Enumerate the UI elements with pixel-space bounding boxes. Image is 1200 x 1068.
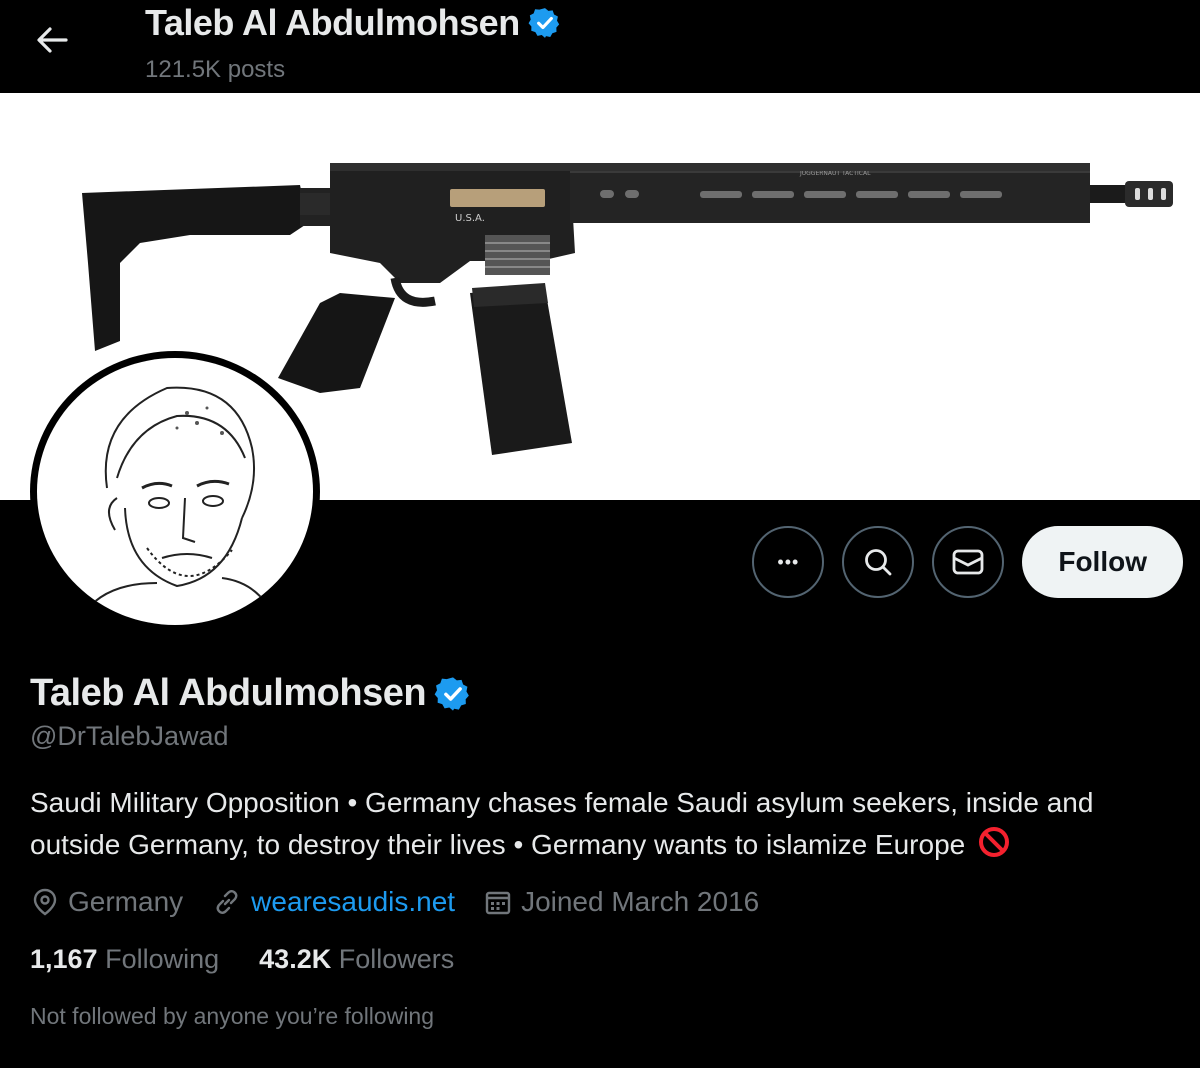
user-handle: @DrTalebJawad — [30, 721, 229, 751]
location-pin-icon — [33, 888, 57, 916]
join-date-text: Joined March 2016 — [521, 886, 760, 917]
following-label: Following — [105, 944, 220, 974]
verified-badge-icon[interactable] — [434, 675, 472, 713]
banner-engraving-usa: U.S.A. — [455, 213, 485, 224]
back-arrow-icon — [37, 27, 68, 53]
verified-badge-icon — [528, 8, 559, 38]
link-icon — [216, 890, 238, 914]
top-title-row: Taleb Al Abdulmohsen — [145, 2, 562, 44]
more-button[interactable]: ••• — [752, 526, 825, 598]
followers-stat[interactable]: 43.2K Followers — [259, 944, 454, 975]
search-button[interactable] — [842, 526, 915, 598]
top-bar: Taleb Al Abdulmohsen 121.5K posts — [0, 0, 1200, 93]
followers-label: Followers — [338, 944, 455, 974]
following-stat[interactable]: 1,167 Following — [30, 944, 219, 975]
avatar-sketch-image — [76, 386, 278, 625]
display-name: Taleb Al Abdulmohsen — [30, 672, 427, 714]
followers-count: 43.2K — [259, 944, 332, 974]
message-icon — [952, 549, 984, 575]
back-button[interactable] — [28, 22, 76, 58]
bio: Saudi Military Opposition • Germany chas… — [30, 782, 1190, 866]
bio-text: Saudi Military Opposition • Germany chas… — [30, 787, 1094, 860]
header-title: Taleb Al Abdulmohsen — [145, 2, 520, 43]
follow-button[interactable]: Follow — [1022, 526, 1183, 598]
message-button[interactable] — [932, 526, 1005, 598]
follow-stats: 1,167 Following 43.2K Followers — [30, 944, 1180, 975]
profile-actions: ••• Follow — [752, 526, 1183, 598]
join-date: Joined March 2016 — [483, 886, 759, 918]
no-entry-icon — [979, 827, 1010, 857]
profile-avatar[interactable] — [30, 351, 320, 632]
location-text: Germany — [68, 886, 184, 917]
website-link[interactable]: wearesaudis.net — [251, 886, 455, 918]
more-icon: ••• — [777, 551, 800, 572]
not-followed-notice: Not followed by anyone you’re following — [30, 1003, 435, 1029]
search-icon — [865, 549, 892, 576]
location: Germany — [30, 886, 183, 918]
profile-meta: Germany wearesaudis.net Joined March 201… — [30, 886, 1180, 918]
calendar-icon — [485, 891, 511, 915]
avatar-image — [37, 358, 313, 625]
website: wearesaudis.net — [211, 886, 455, 918]
name-row: Taleb Al Abdulmohsen — [30, 672, 1180, 715]
profile-info: Taleb Al Abdulmohsen @DrTalebJawad Saudi… — [30, 672, 1180, 1030]
banner-engraving-brand: JUGGERNAUT TACTICAL — [799, 170, 871, 177]
post-count: 121.5K posts — [145, 56, 286, 83]
following-count: 1,167 — [30, 944, 98, 974]
